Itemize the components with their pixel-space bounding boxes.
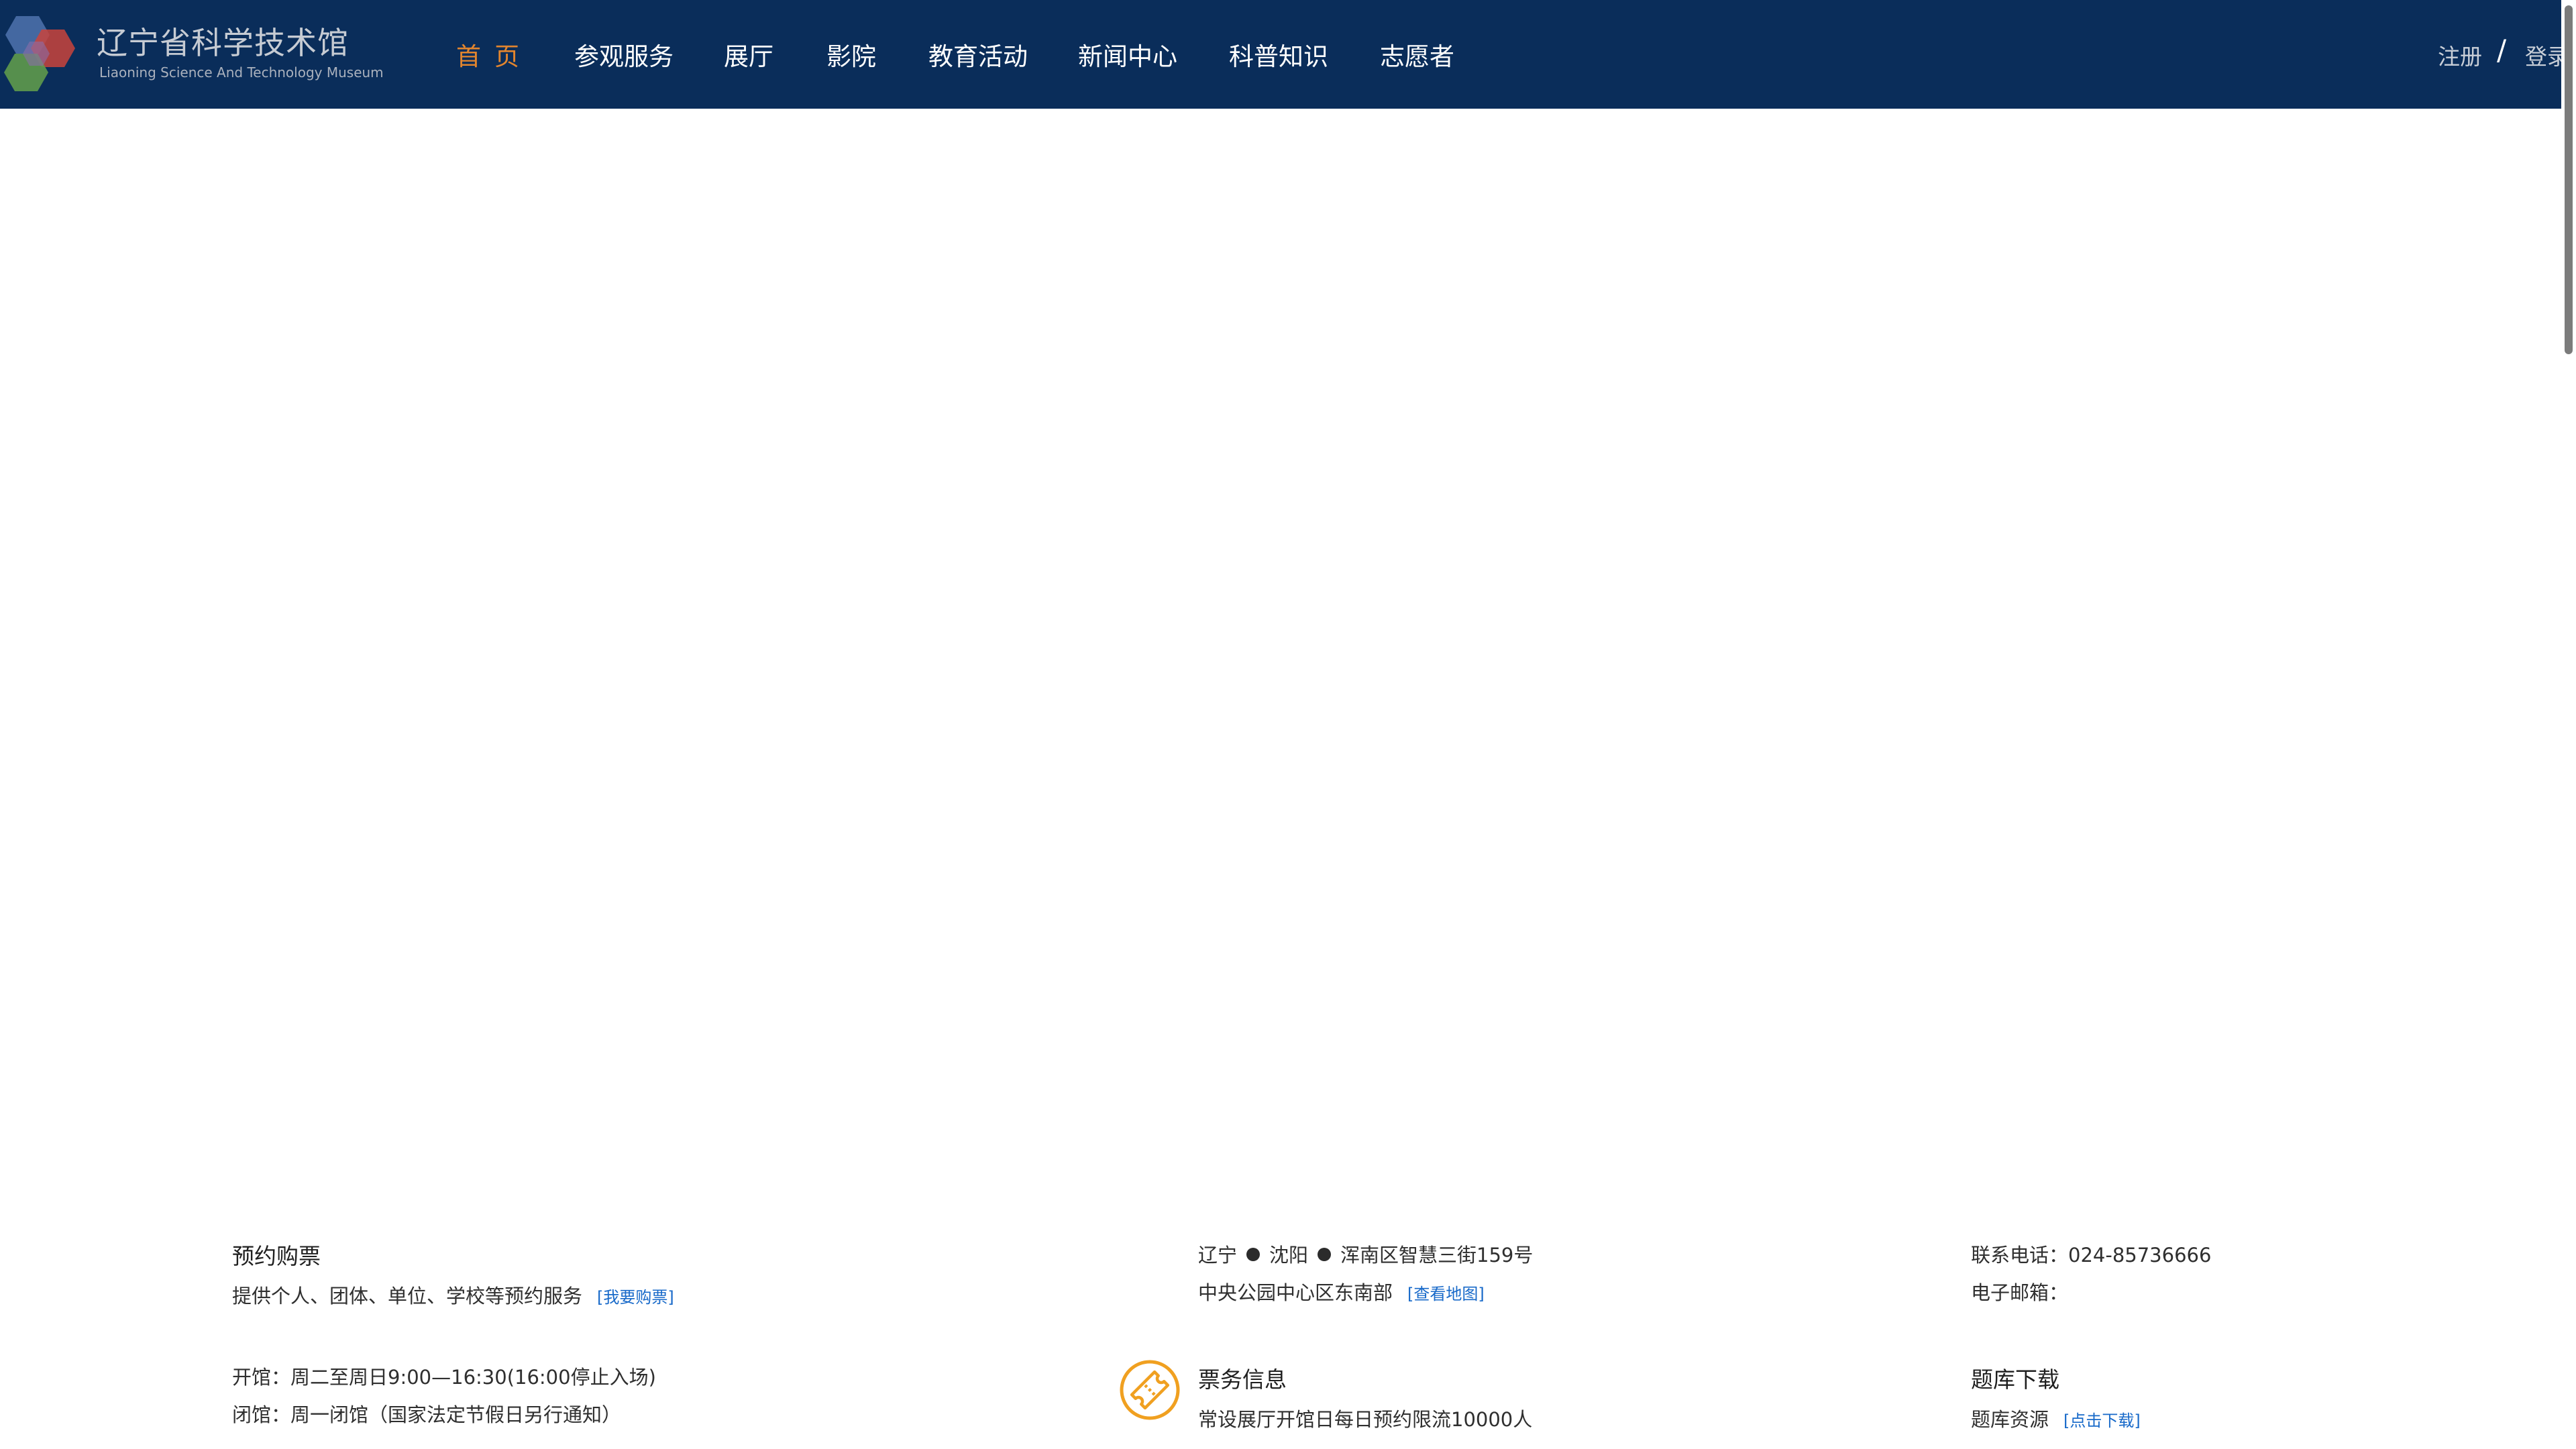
ticket-icon — [1120, 1360, 1180, 1420]
address-line-2: 中央公园中心区东南部 [查看地图] — [1198, 1277, 1485, 1305]
top-navbar: 辽宁省科学技术馆 Liaoning Science And Technology… — [0, 0, 2576, 109]
scrollbar-thumb[interactable] — [2565, 5, 2573, 354]
buy-ticket-link[interactable]: [我要购票] — [597, 1288, 674, 1307]
address-street: 浑南区智慧三街159号 — [1340, 1244, 1534, 1267]
ticket-info-desc: 常设展厅开馆日每日预约限流10000人 — [1198, 1408, 1533, 1431]
address-city: 沈阳 — [1269, 1244, 1309, 1267]
register-link[interactable]: 注册 — [2438, 39, 2482, 71]
question-bank-line: 题库资源 [点击下载] — [1971, 1404, 2141, 1432]
ticket-info-title: 票务信息 — [1198, 1366, 1287, 1393]
address-line-1: 辽宁 沈阳 浑南区智慧三街159号 — [1198, 1240, 1533, 1268]
question-bank-title: 题库下载 — [1971, 1366, 2059, 1393]
question-bank-label: 题库资源 — [1971, 1408, 2049, 1431]
address-area: 中央公园中心区东南部 — [1198, 1281, 1393, 1304]
nav-home[interactable]: 首页 — [456, 36, 533, 72]
booking-description: 提供个人、团体、单位、学校等预约服务 [我要购票] — [232, 1281, 674, 1309]
contact-email: 电子邮箱： — [1971, 1281, 2069, 1304]
booking-title: 预约购票 — [232, 1243, 321, 1269]
nav-news-center[interactable]: 新闻中心 — [1078, 36, 1177, 72]
nav-education[interactable]: 教育活动 — [928, 36, 1028, 72]
nav-visit-services[interactable]: 参观服务 — [574, 36, 674, 72]
nav-volunteers[interactable]: 志愿者 — [1380, 36, 1454, 72]
closing-days: 闭馆：周一闭馆（国家法定节假日另行通知） — [232, 1403, 622, 1426]
bullet-dot — [1318, 1248, 1332, 1261]
bullet-dot — [1246, 1248, 1260, 1261]
booking-desc-text: 提供个人、团体、单位、学校等预约服务 — [232, 1285, 583, 1307]
logo-title[interactable]: 辽宁省科学技术馆 — [97, 19, 349, 63]
nav-exhibition-halls[interactable]: 展厅 — [724, 36, 773, 72]
download-link[interactable]: [点击下载] — [2063, 1411, 2141, 1430]
nav-science-knowledge[interactable]: 科普知识 — [1229, 36, 1328, 72]
page-scrollbar[interactable] — [2561, 0, 2576, 1449]
contact-phone: 联系电话：024-85736666 — [1971, 1244, 2212, 1267]
auth-separator: / — [2497, 34, 2507, 66]
nav-cinema[interactable]: 影院 — [826, 36, 876, 72]
logo-subtitle: Liaoning Science And Technology Museum — [99, 64, 384, 80]
opening-hours: 开馆：周二至周日9:00—16:30(16:00停止入场) — [232, 1366, 656, 1389]
view-map-link[interactable]: [查看地图] — [1407, 1285, 1485, 1303]
address-province: 辽宁 — [1198, 1244, 1238, 1267]
museum-logo[interactable] — [3, 15, 86, 94]
